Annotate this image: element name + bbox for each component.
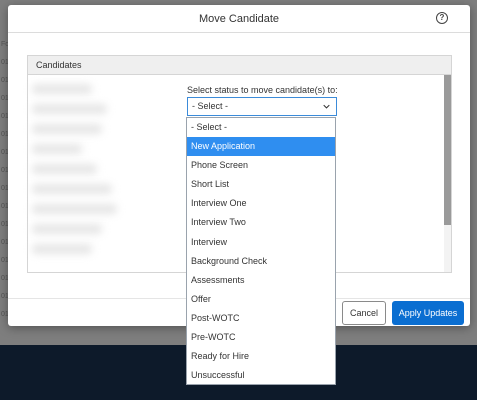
dropdown-option[interactable]: Interview xyxy=(187,233,335,252)
dropdown-option[interactable]: Post-WOTC xyxy=(187,309,335,328)
blurred-candidate xyxy=(32,224,102,234)
status-select[interactable]: - Select - xyxy=(187,97,337,116)
dropdown-option[interactable]: Ready for Hire xyxy=(187,347,335,366)
dropdown-option[interactable]: Pre-WOTC xyxy=(187,328,335,347)
blurred-candidate xyxy=(32,164,97,174)
dropdown-option[interactable]: Phone Screen xyxy=(187,156,335,175)
cancel-button[interactable]: Cancel xyxy=(342,301,386,325)
candidates-panel-title: Candidates xyxy=(28,56,451,75)
candidate-list-blurred xyxy=(32,84,132,274)
panel-scrollbar-thumb[interactable] xyxy=(444,75,451,225)
dialog-header: Move Candidate ? xyxy=(8,5,470,33)
status-select-label: Select status to move candidate(s) to: xyxy=(187,85,338,95)
dropdown-option[interactable]: Interview Two xyxy=(187,213,335,232)
dialog-title: Move Candidate xyxy=(198,13,280,25)
blurred-candidate xyxy=(32,124,102,134)
dropdown-option[interactable]: New Application xyxy=(187,137,335,157)
dropdown-option[interactable]: Unsuccessful xyxy=(187,366,335,385)
dropdown-option[interactable]: Background Check xyxy=(187,252,335,271)
chevron-down-icon xyxy=(323,104,330,109)
dropdown-option[interactable]: Short List xyxy=(187,175,335,194)
dropdown-option[interactable]: Assessments xyxy=(187,271,335,290)
dropdown-option[interactable]: Interview One xyxy=(187,194,335,213)
status-dropdown-list: - Select - New Application Phone Screen … xyxy=(186,117,336,385)
dropdown-option[interactable]: - Select - xyxy=(187,118,335,137)
blurred-candidate xyxy=(32,144,82,154)
blurred-candidate xyxy=(32,104,107,114)
help-icon[interactable]: ? xyxy=(436,12,448,24)
blurred-candidate xyxy=(32,244,92,254)
blurred-candidate xyxy=(32,184,112,194)
blurred-candidate xyxy=(32,84,92,94)
status-select-value: - Select - xyxy=(192,101,229,111)
dropdown-option[interactable]: Offer xyxy=(187,290,335,309)
blurred-candidate xyxy=(32,204,117,214)
apply-updates-button[interactable]: Apply Updates xyxy=(392,301,464,325)
